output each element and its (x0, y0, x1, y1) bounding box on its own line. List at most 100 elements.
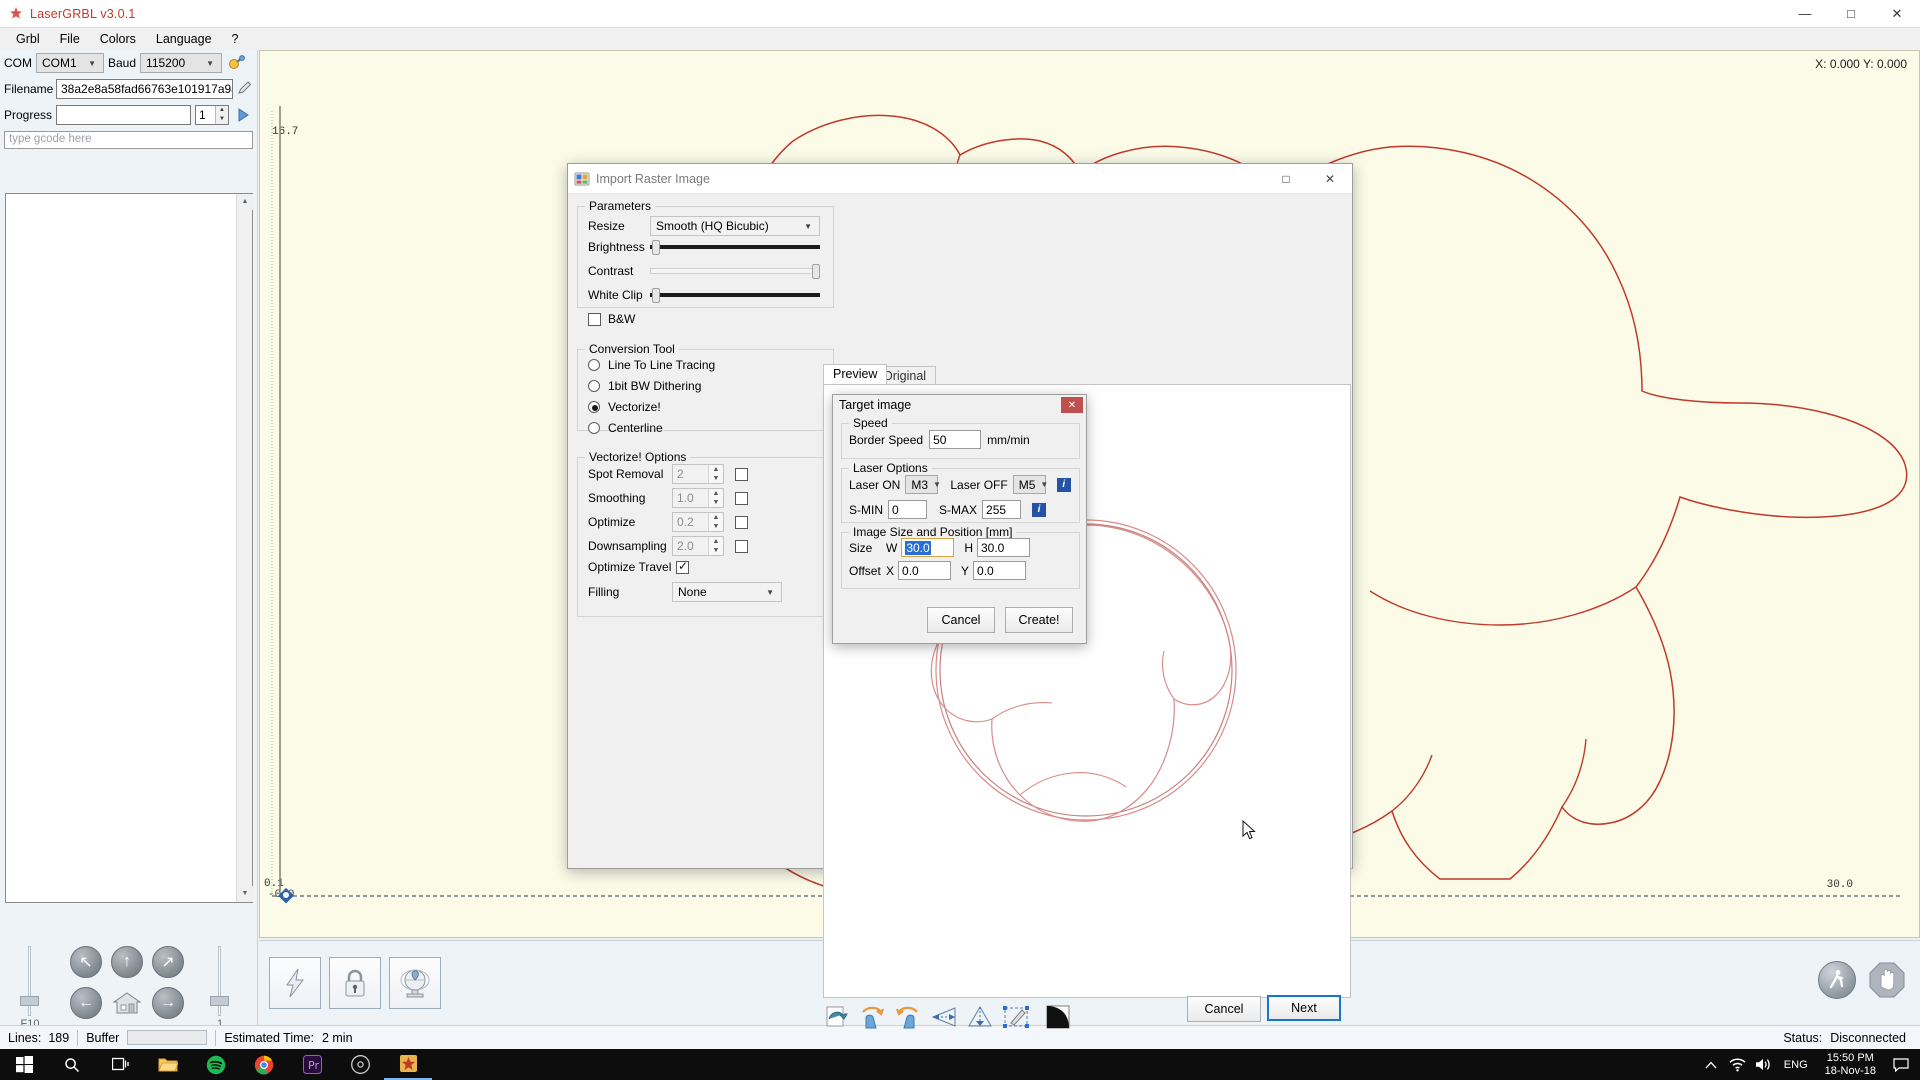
gcode-input[interactable]: type gcode here (4, 131, 253, 149)
optimize-travel-checkbox[interactable] (676, 561, 689, 574)
baud-rate-select[interactable]: 115200 ▼ (140, 53, 222, 73)
laser-off-select[interactable]: M5 ▼ (1013, 475, 1046, 494)
power-info-button[interactable]: i (1032, 503, 1046, 517)
menu-colors[interactable]: Colors (90, 30, 146, 48)
window-maximize-button[interactable]: □ (1828, 0, 1874, 28)
edit-pencil-icon[interactable] (237, 80, 253, 98)
jog-up-right-button[interactable]: ↗ (152, 946, 184, 978)
chrome-button[interactable] (240, 1049, 288, 1080)
radio-line-to-line-tracing[interactable]: Line To Line Tracing (588, 358, 715, 372)
premiere-button[interactable]: Pr (288, 1049, 336, 1080)
radio-button[interactable] (588, 380, 600, 392)
stepper-down[interactable]: ▼ (709, 546, 723, 555)
revert-icon[interactable] (823, 1004, 849, 1030)
radio-1bit-bw-dithering[interactable]: 1bit BW Dithering (588, 379, 701, 393)
flip-horizontal-icon[interactable] (931, 1004, 957, 1030)
target-image-dialog[interactable]: Target image ✕ Speed Border Speed 50 mm/… (832, 394, 1087, 644)
radio-button[interactable] (588, 401, 600, 413)
run-button[interactable] (1818, 961, 1856, 999)
stepper-down[interactable]: ▼ (709, 474, 723, 483)
scroll-down-icon[interactable]: ▼ (237, 886, 253, 902)
offset-x-input[interactable]: 0.0 (898, 561, 951, 580)
jog-up-button[interactable]: ↑ (111, 946, 143, 978)
media-button[interactable] (336, 1049, 384, 1080)
optimize-input[interactable]: 0.2 ▲▼ (672, 512, 724, 532)
stepper-up[interactable]: ▲ (709, 465, 723, 474)
filling-select[interactable]: None ▼ (672, 582, 782, 602)
stepper-buttons[interactable]: ▲▼ (708, 537, 723, 555)
menu-file[interactable]: File (50, 30, 90, 48)
stepper-down[interactable]: ▼ (709, 522, 723, 531)
stepper-buttons[interactable]: ▲▼ (708, 489, 723, 507)
spot-removal-input[interactable]: 2 ▲▼ (672, 464, 724, 484)
slider-thumb[interactable] (652, 240, 660, 255)
filename-input[interactable]: 38a2e8a58fad66763e101917a9a7ab (56, 79, 233, 99)
network-button[interactable] (1725, 1049, 1751, 1080)
stop-button[interactable] (1868, 961, 1906, 999)
crop-icon[interactable] (1003, 1004, 1029, 1030)
downsampling-input[interactable]: 2.0 ▲▼ (672, 536, 724, 556)
repeat-count-stepper[interactable]: 1 ▲ ▼ (195, 105, 229, 125)
bw-checkbox[interactable] (588, 313, 601, 326)
stepper-buttons[interactable]: ▲▼ (708, 465, 723, 483)
rotate-cw-icon[interactable] (859, 1004, 885, 1030)
optimize-checkbox[interactable] (735, 516, 748, 529)
import-dialog-maximize-button[interactable]: □ (1264, 164, 1308, 193)
contrast-slider[interactable] (650, 264, 820, 278)
show-hidden-icons-button[interactable] (1697, 1049, 1725, 1080)
rotate-ccw-icon[interactable] (895, 1004, 921, 1030)
laser-on-select[interactable]: M3 ▼ (905, 475, 938, 494)
unlock-button[interactable] (269, 957, 321, 1009)
command-log-list[interactable]: ▲ ▼ (5, 193, 253, 903)
radio-button[interactable] (588, 359, 600, 371)
language-indicator[interactable]: ENG (1777, 1059, 1815, 1071)
jog-up-left-button[interactable]: ↖ (70, 946, 102, 978)
volume-button[interactable] (1751, 1049, 1777, 1080)
import-cancel-button[interactable]: Cancel (1187, 996, 1261, 1022)
scroll-up-icon[interactable]: ▲ (237, 194, 253, 210)
file-explorer-button[interactable] (144, 1049, 192, 1080)
run-program-button[interactable] (233, 105, 253, 125)
optimize-travel-row[interactable]: Optimize Travel (588, 560, 828, 574)
laser-info-button[interactable]: i (1057, 478, 1071, 492)
search-button[interactable] (48, 1049, 96, 1080)
downsampling-checkbox[interactable] (735, 540, 748, 553)
import-next-button[interactable]: Next (1267, 995, 1341, 1021)
com-port-select[interactable]: COM1 ▼ (36, 53, 104, 73)
task-view-button[interactable] (96, 1049, 144, 1080)
smoothing-checkbox[interactable] (735, 492, 748, 505)
jog-left-button[interactable]: ← (70, 987, 102, 1019)
menu-grbl[interactable]: Grbl (6, 30, 50, 48)
stepper-up[interactable]: ▲ (709, 489, 723, 498)
smax-input[interactable]: 255 (982, 500, 1021, 519)
offset-y-input[interactable]: 0.0 (973, 561, 1026, 580)
preview-toolbar[interactable] (823, 1004, 1071, 1030)
jog-right-button[interactable]: → (152, 987, 184, 1019)
target-dialog-close-button[interactable]: ✕ (1061, 397, 1083, 413)
notifications-button[interactable] (1886, 1049, 1916, 1080)
radio-vectorize[interactable]: Vectorize! (588, 400, 661, 414)
jog-home-button[interactable] (110, 988, 144, 1018)
lasergrbl-taskbar-button[interactable] (384, 1049, 432, 1080)
stepper-up[interactable]: ▲ (709, 537, 723, 546)
clock[interactable]: 15:50 PM 18-Nov-18 (1815, 1052, 1886, 1078)
stepper-down[interactable]: ▼ (709, 498, 723, 507)
resize-select[interactable]: Smooth (HQ Bicubic) ▼ (650, 216, 820, 236)
bw-row[interactable]: B&W (588, 312, 635, 326)
target-cancel-button[interactable]: Cancel (927, 607, 995, 633)
flip-vertical-icon[interactable] (967, 1004, 993, 1030)
tab-preview[interactable]: Preview (823, 364, 887, 384)
radio-button[interactable] (588, 422, 600, 434)
spot-removal-checkbox[interactable] (735, 468, 748, 481)
window-close-button[interactable]: ✕ (1874, 0, 1920, 28)
stepper-buttons[interactable]: ▲▼ (708, 513, 723, 531)
border-speed-input[interactable]: 50 (929, 430, 981, 449)
radio-centerline[interactable]: Centerline (588, 421, 663, 435)
feed-rate-slider[interactable]: F10 (10, 946, 50, 1022)
white-clip-slider[interactable] (650, 288, 820, 302)
menu-help[interactable]: ? (222, 30, 249, 48)
step-size-slider[interactable]: 1 (200, 946, 240, 1022)
smin-input[interactable]: 0 (888, 500, 927, 519)
lock-button[interactable] (329, 957, 381, 1009)
stepper-down[interactable]: ▼ (216, 115, 228, 124)
